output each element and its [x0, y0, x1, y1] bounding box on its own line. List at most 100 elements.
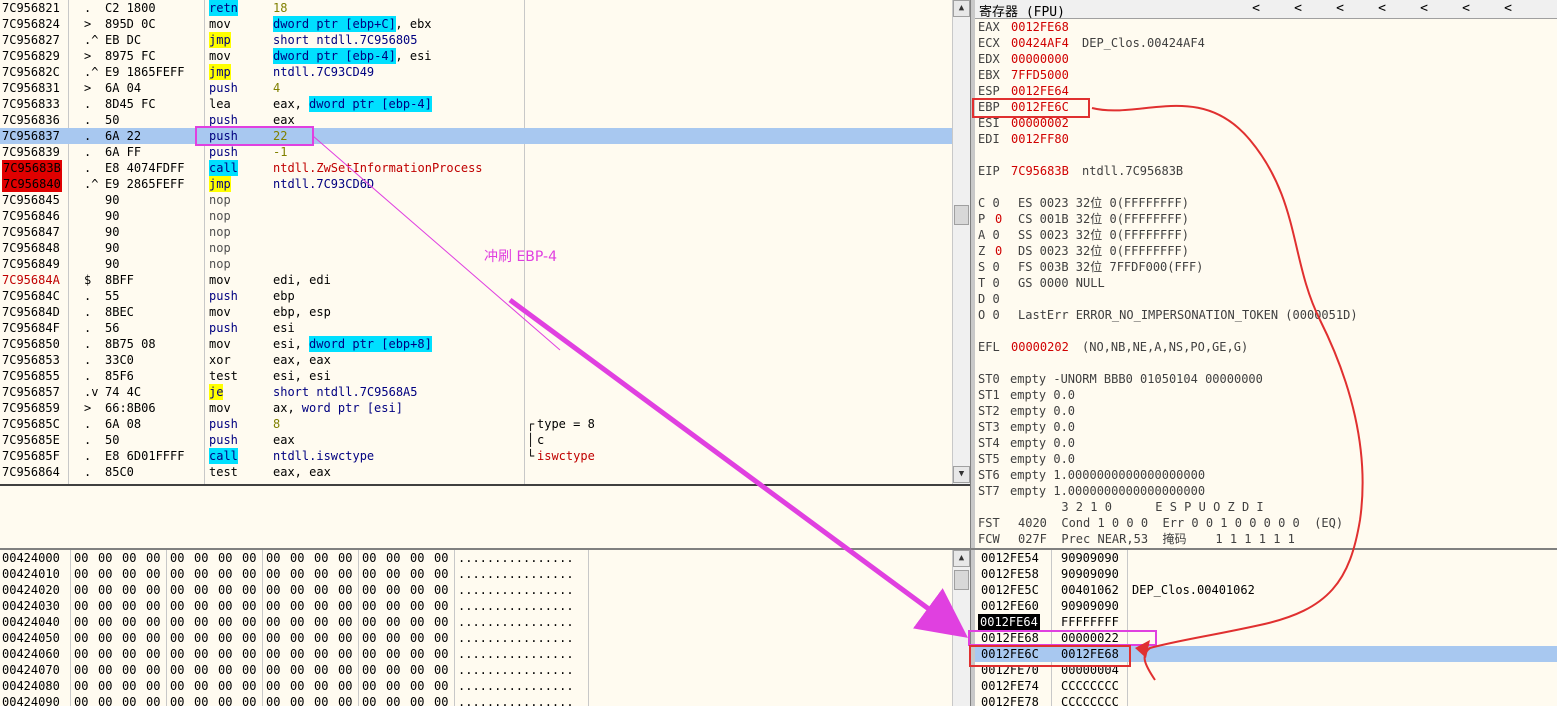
registers-pane[interactable]: EAX 0012FE68 ECX 00424AF4 DEP_Clos.00424AF4 E… — [975, 19, 1557, 548]
stack-row[interactable]: 0012FE60 90909090 — [975, 598, 1557, 614]
dump-byte[interactable]: 00 — [194, 694, 208, 706]
dump-byte[interactable]: 00 — [98, 566, 112, 582]
dump-row[interactable]: 00424070 00 00 00 00 00 00 00 00 00 00 00 00 00 00 00 00… — [0, 662, 952, 678]
dump-byte[interactable]: 00 — [266, 582, 280, 598]
dump-byte[interactable]: 00 — [242, 550, 256, 566]
disasm-address[interactable]: 7C956849 — [2, 256, 60, 272]
dump-byte[interactable]: 00 — [338, 662, 352, 678]
dump-byte[interactable]: 00 — [362, 630, 376, 646]
disasm-row[interactable]: 7C95685C. 6A 08 push 8 ┌ type = 8 — [0, 416, 952, 432]
disasm-address[interactable]: 7C95684F — [2, 320, 60, 336]
dump-byte[interactable]: 00 — [314, 646, 328, 662]
disasm-address[interactable]: 7C956845 — [2, 192, 60, 208]
dump-byte[interactable]: 00 — [290, 550, 304, 566]
dump-byte[interactable]: 00 — [170, 646, 184, 662]
dump-byte[interactable]: 00 — [314, 566, 328, 582]
dump-address[interactable]: 00424000 — [2, 550, 60, 566]
dump-byte[interactable]: 00 — [98, 662, 112, 678]
dump-byte[interactable]: 00 — [170, 662, 184, 678]
stack-address[interactable]: 0012FE64 — [978, 614, 1040, 630]
dump-byte[interactable]: 00 — [122, 678, 136, 694]
register-value[interactable]: 00000202 — [1011, 339, 1069, 355]
dump-byte[interactable]: 00 — [218, 678, 232, 694]
arrow-left-icon[interactable]: < — [1371, 1, 1393, 16]
dump-scroll-thumb[interactable] — [954, 570, 969, 590]
register-line[interactable] — [975, 323, 1557, 339]
dump-byte[interactable]: 00 — [290, 566, 304, 582]
dump-address[interactable]: 00424070 — [2, 662, 60, 678]
dump-address[interactable]: 00424010 — [2, 566, 60, 582]
register-line[interactable]: FCW 027F Prec NEAR,53 掩码 1 1 1 1 1 1 — [975, 531, 1557, 547]
disasm-address[interactable]: 7C956855 — [2, 368, 60, 384]
dump-byte[interactable]: 00 — [194, 630, 208, 646]
dump-byte[interactable]: 00 — [290, 630, 304, 646]
dump-byte[interactable]: 00 — [170, 614, 184, 630]
disasm-address[interactable]: 7C95684A — [2, 272, 60, 288]
register-line[interactable]: ESI 00000002 — [975, 115, 1557, 131]
dump-byte[interactable]: 00 — [242, 614, 256, 630]
dump-byte[interactable]: 00 — [74, 678, 88, 694]
dump-byte[interactable]: 00 — [218, 582, 232, 598]
dump-row[interactable]: 00424050 00 00 00 00 00 00 00 00 00 00 00 00 00 00 00 00… — [0, 630, 952, 646]
stack-address[interactable]: 0012FE60 — [981, 598, 1039, 614]
stack-pane[interactable]: 0012FE54 90909090 0012FE58 90909090 0012FE5C… — [975, 550, 1557, 706]
disasm-row[interactable]: 7C956846 90 nop — [0, 208, 952, 224]
disasm-address[interactable]: 7C95684C — [2, 288, 60, 304]
stack-row[interactable]: 0012FE5C 00401062 DEP_Clos.00401062 — [975, 582, 1557, 598]
register-line[interactable]: ST6 empty 1.0000000000000000000 — [975, 467, 1557, 483]
dump-byte[interactable]: 00 — [410, 566, 424, 582]
register-line[interactable] — [975, 355, 1557, 371]
disasm-row[interactable]: 7C95685F. E8 6D01FFFF call ntdll.iswctype └ i… — [0, 448, 952, 464]
dump-byte[interactable]: 00 — [218, 646, 232, 662]
disasm-row[interactable]: 7C956849 90 nop — [0, 256, 952, 272]
dump-byte[interactable]: 00 — [314, 550, 328, 566]
dump-byte[interactable]: 00 — [194, 598, 208, 614]
register-line[interactable]: ST3 empty 0.0 — [975, 419, 1557, 435]
dump-byte[interactable]: 00 — [362, 598, 376, 614]
dump-byte[interactable]: 00 — [74, 582, 88, 598]
dump-byte[interactable]: 00 — [146, 598, 160, 614]
dump-byte[interactable]: 00 — [434, 662, 448, 678]
dump-byte[interactable]: 00 — [386, 566, 400, 582]
dump-byte[interactable]: 00 — [122, 662, 136, 678]
disasm-row[interactable]: 7C956831 >6A 04 push 4 — [0, 80, 952, 96]
disasm-address[interactable]: 7C956829 — [2, 48, 60, 64]
register-line[interactable]: 3 2 1 0 E S P U O Z D I — [975, 499, 1557, 515]
register-line[interactable]: EFL 00000202 (NO,NB,NE,A,NS,PO,GE,G) — [975, 339, 1557, 355]
disasm-row[interactable]: 7C956827 .^ EB DC jmp short ntdll.7C956805 — [0, 32, 952, 48]
disasm-row[interactable]: 7C956821. C2 1800 retn 18 — [0, 0, 952, 16]
dump-byte[interactable]: 00 — [410, 694, 424, 706]
stack-value[interactable]: 90909090 — [1061, 566, 1119, 582]
dump-byte[interactable]: 00 — [98, 550, 112, 566]
register-line[interactable]: ST7 empty 1.0000000000000000000 — [975, 483, 1557, 499]
register-value[interactable]: 0012FE6C — [1011, 99, 1069, 115]
dump-byte[interactable]: 00 — [434, 630, 448, 646]
dump-byte[interactable]: 00 — [122, 550, 136, 566]
dump-byte[interactable]: 00 — [314, 598, 328, 614]
disasm-row[interactable]: 7C956850. 8B75 08 mov esi, dword ptr [ebp+8… — [0, 336, 952, 352]
dump-byte[interactable]: 00 — [122, 694, 136, 706]
dump-byte[interactable]: 00 — [146, 630, 160, 646]
dump-byte[interactable]: 00 — [146, 694, 160, 706]
arrow-left-icon[interactable]: < — [1497, 1, 1519, 16]
disassembly-scrollbar[interactable]: ▲ ▼ — [952, 0, 970, 484]
disasm-row[interactable]: 7C956857 .v 74 4C je short ntdll.7C9568A5 — [0, 384, 952, 400]
dump-byte[interactable]: 00 — [194, 646, 208, 662]
dump-byte[interactable]: 00 — [266, 566, 280, 582]
register-line[interactable]: EAX 0012FE68 — [975, 19, 1557, 35]
disasm-row[interactable]: 7C95684A $8BFF mov edi, edi — [0, 272, 952, 288]
dump-byte[interactable]: 00 — [122, 582, 136, 598]
disasm-row[interactable]: 7C956839. 6A FF push -1 — [0, 144, 952, 160]
register-value[interactable]: 0012FE64 — [1011, 83, 1069, 99]
disasm-address[interactable]: 7C95684D — [2, 304, 60, 320]
stack-address[interactable]: 0012FE5C — [981, 582, 1039, 598]
stack-row[interactable]: 0012FE6C 0012FE68 — [975, 646, 1557, 662]
scroll-up-icon[interactable]: ▲ — [953, 0, 970, 17]
dump-byte[interactable]: 00 — [242, 662, 256, 678]
stack-value[interactable]: 0012FE68 — [1061, 646, 1119, 662]
disasm-address[interactable]: 7C956833 — [2, 96, 60, 112]
dump-row[interactable]: 00424000 00 00 00 00 00 00 00 00 00 00 00 00 00 00 00 00… — [0, 550, 952, 566]
arrow-left-icon[interactable]: < — [1329, 1, 1351, 16]
dump-byte[interactable]: 00 — [74, 614, 88, 630]
dump-row[interactable]: 00424010 00 00 00 00 00 00 00 00 00 00 00 00 00 00 00 00… — [0, 566, 952, 582]
